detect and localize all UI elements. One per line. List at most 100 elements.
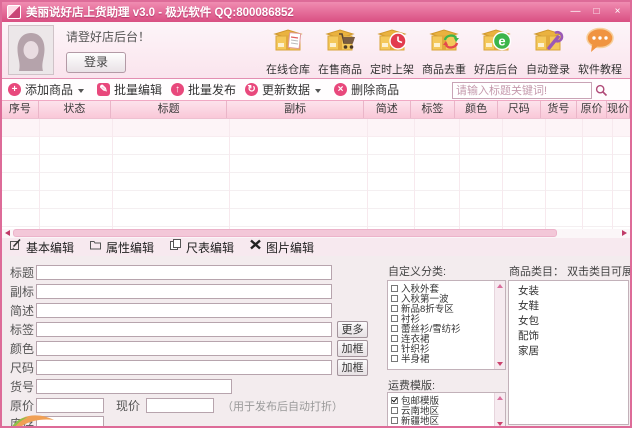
checkbox-checked[interactable] [391,396,398,404]
size-input[interactable] [36,360,332,375]
tag-input[interactable] [36,322,332,337]
title-input[interactable] [36,265,332,280]
table-row [2,119,630,137]
checkbox[interactable] [391,416,398,424]
add-frame-button[interactable]: 加框 [337,359,368,376]
scroll-right-icon[interactable] [622,230,627,236]
scroll-up-icon[interactable] [497,284,503,288]
column-header[interactable]: 现价 [607,101,630,118]
column-header[interactable]: 序号 [2,101,39,118]
tab-label: 尺表编辑 [186,240,235,255]
maximize-button[interactable]: □ [589,6,604,19]
top-toolbar: 在线仓库 在售商品 定时上架 商品去重 e 好店后台 自动登录 软件教程 [262,22,630,77]
checkbox[interactable] [391,324,398,332]
dedupe-goods-button[interactable]: 商品去重 [418,25,470,77]
checkbox[interactable] [391,354,398,362]
tab-size-chart-edit[interactable]: 尺表编辑 [169,238,234,256]
custom-category-list[interactable]: 入秋外套 入秋第一波 新品8折专区 衬衫 蕾丝衫/雪纺衫 连衣裙 针织衫 半身裙 [387,280,506,370]
tag-label: 标签 [10,323,35,337]
online-warehouse-button[interactable]: 在线仓库 [262,25,314,77]
column-header[interactable]: 货号 [541,101,578,118]
add-frame-button[interactable]: 加框 [337,340,368,357]
minimize-button[interactable]: — [568,6,583,19]
chevron-down-icon[interactable] [78,88,85,93]
product-table-body[interactable] [2,119,630,229]
brief-input[interactable] [36,303,332,318]
refresh-icon: ↻ [245,83,259,96]
add-product-button[interactable]: + 添加商品 [8,81,88,98]
list-item[interactable]: 新疆地区 [391,415,493,426]
update-data-button[interactable]: ↻ 更新数据 [245,81,325,98]
column-header[interactable]: 标题 [111,101,228,118]
tool-label: 在线仓库 [266,64,310,76]
color-input[interactable] [36,341,332,356]
login-button[interactable]: 登录 [66,52,126,73]
store-backend-button[interactable]: e 好店后台 [470,25,522,77]
close-button[interactable]: × [610,6,625,19]
delete-product-button[interactable]: × 删除商品 [334,81,399,98]
tutorial-button[interactable]: 软件教程 [574,25,626,77]
checkbox[interactable] [391,314,398,322]
tab-label: 基本编辑 [26,240,75,255]
tab-basic-edit[interactable]: 基本编辑 [9,238,74,256]
column-header[interactable]: 标签 [411,101,456,118]
sku-input[interactable] [36,379,232,394]
batch-edit-button[interactable]: ✎ 批量编辑 [97,81,162,98]
category-item[interactable]: 女包 [509,314,628,329]
chevron-down-icon[interactable] [315,88,322,93]
app-window: 美丽说好店上货助理 v3.0 - 极光软件 QQ:800086852 — □ ×… [0,0,632,428]
auto-login-button[interactable]: 自动登录 [522,25,574,77]
upload-icon: ↑ [171,83,185,96]
table-header: 序号 状态 标题 副标 简述 标签 颜色 尺码 货号 原价 现价 [2,101,630,119]
scheduled-listing-button[interactable]: 定时上架 [366,25,418,77]
auto-login-icon [532,25,564,60]
form-row-title: 标题 [10,264,332,281]
delete-product-label: 删除商品 [351,83,400,97]
batch-publish-button[interactable]: ↑ 批量发布 [171,81,236,98]
column-header[interactable]: 简述 [364,101,411,118]
cur-price-input[interactable] [146,398,215,413]
list-item[interactable]: 半身裙 [391,353,493,365]
edit-icon: ✎ [97,83,111,96]
column-header[interactable]: 原价 [577,101,608,118]
column-header[interactable]: 颜色 [455,101,498,118]
checkbox[interactable] [391,344,398,352]
shipping-template-label: 运费模版: [388,380,436,392]
column-header[interactable]: 尺码 [498,101,541,118]
category-item[interactable]: 家居 [509,344,628,359]
checkbox[interactable] [391,334,398,342]
online-warehouse-icon [272,25,304,60]
scroll-left-icon[interactable] [5,230,10,236]
subtitle-input[interactable] [36,284,332,299]
checkbox[interactable] [391,406,398,414]
more-button[interactable]: 更多 [337,321,368,338]
shipping-template-list[interactable]: 包邮模版 云南地区 新疆地区 [387,392,506,426]
avatar [8,25,54,75]
scroll-down-icon[interactable] [497,362,503,366]
tab-attribute-edit[interactable]: 属性编辑 [89,238,154,256]
scrollbar-thumb[interactable] [13,229,557,237]
scroll-up-icon[interactable] [497,396,503,400]
category-tree[interactable]: 女装 女鞋 女包 配饰 家居 [508,280,629,425]
subtitle-label: 副标 [10,285,35,299]
horizontal-scrollbar[interactable] [2,229,630,238]
delete-icon: × [334,83,348,96]
column-header[interactable]: 状态 [39,101,112,118]
search-icon[interactable] [595,84,608,97]
category-item[interactable]: 女鞋 [509,299,628,314]
column-header[interactable]: 副标 [227,101,364,118]
column-divider [545,119,546,229]
checkbox[interactable] [391,304,398,312]
vertical-scrollbar[interactable] [494,281,505,369]
checkbox[interactable] [391,284,398,292]
category-item[interactable]: 配饰 [509,329,628,344]
search-input[interactable] [452,82,592,99]
category-hint: 双击类目可展开 [567,266,632,278]
selling-goods-button[interactable]: 在售商品 [314,25,366,77]
tab-image-edit[interactable]: 图片编辑 [249,238,314,256]
vertical-scrollbar[interactable] [494,393,505,426]
cur-price-label: 现价 [116,399,141,413]
checkbox[interactable] [391,294,398,302]
category-item[interactable]: 女装 [509,284,628,299]
scroll-down-icon[interactable] [497,422,503,426]
